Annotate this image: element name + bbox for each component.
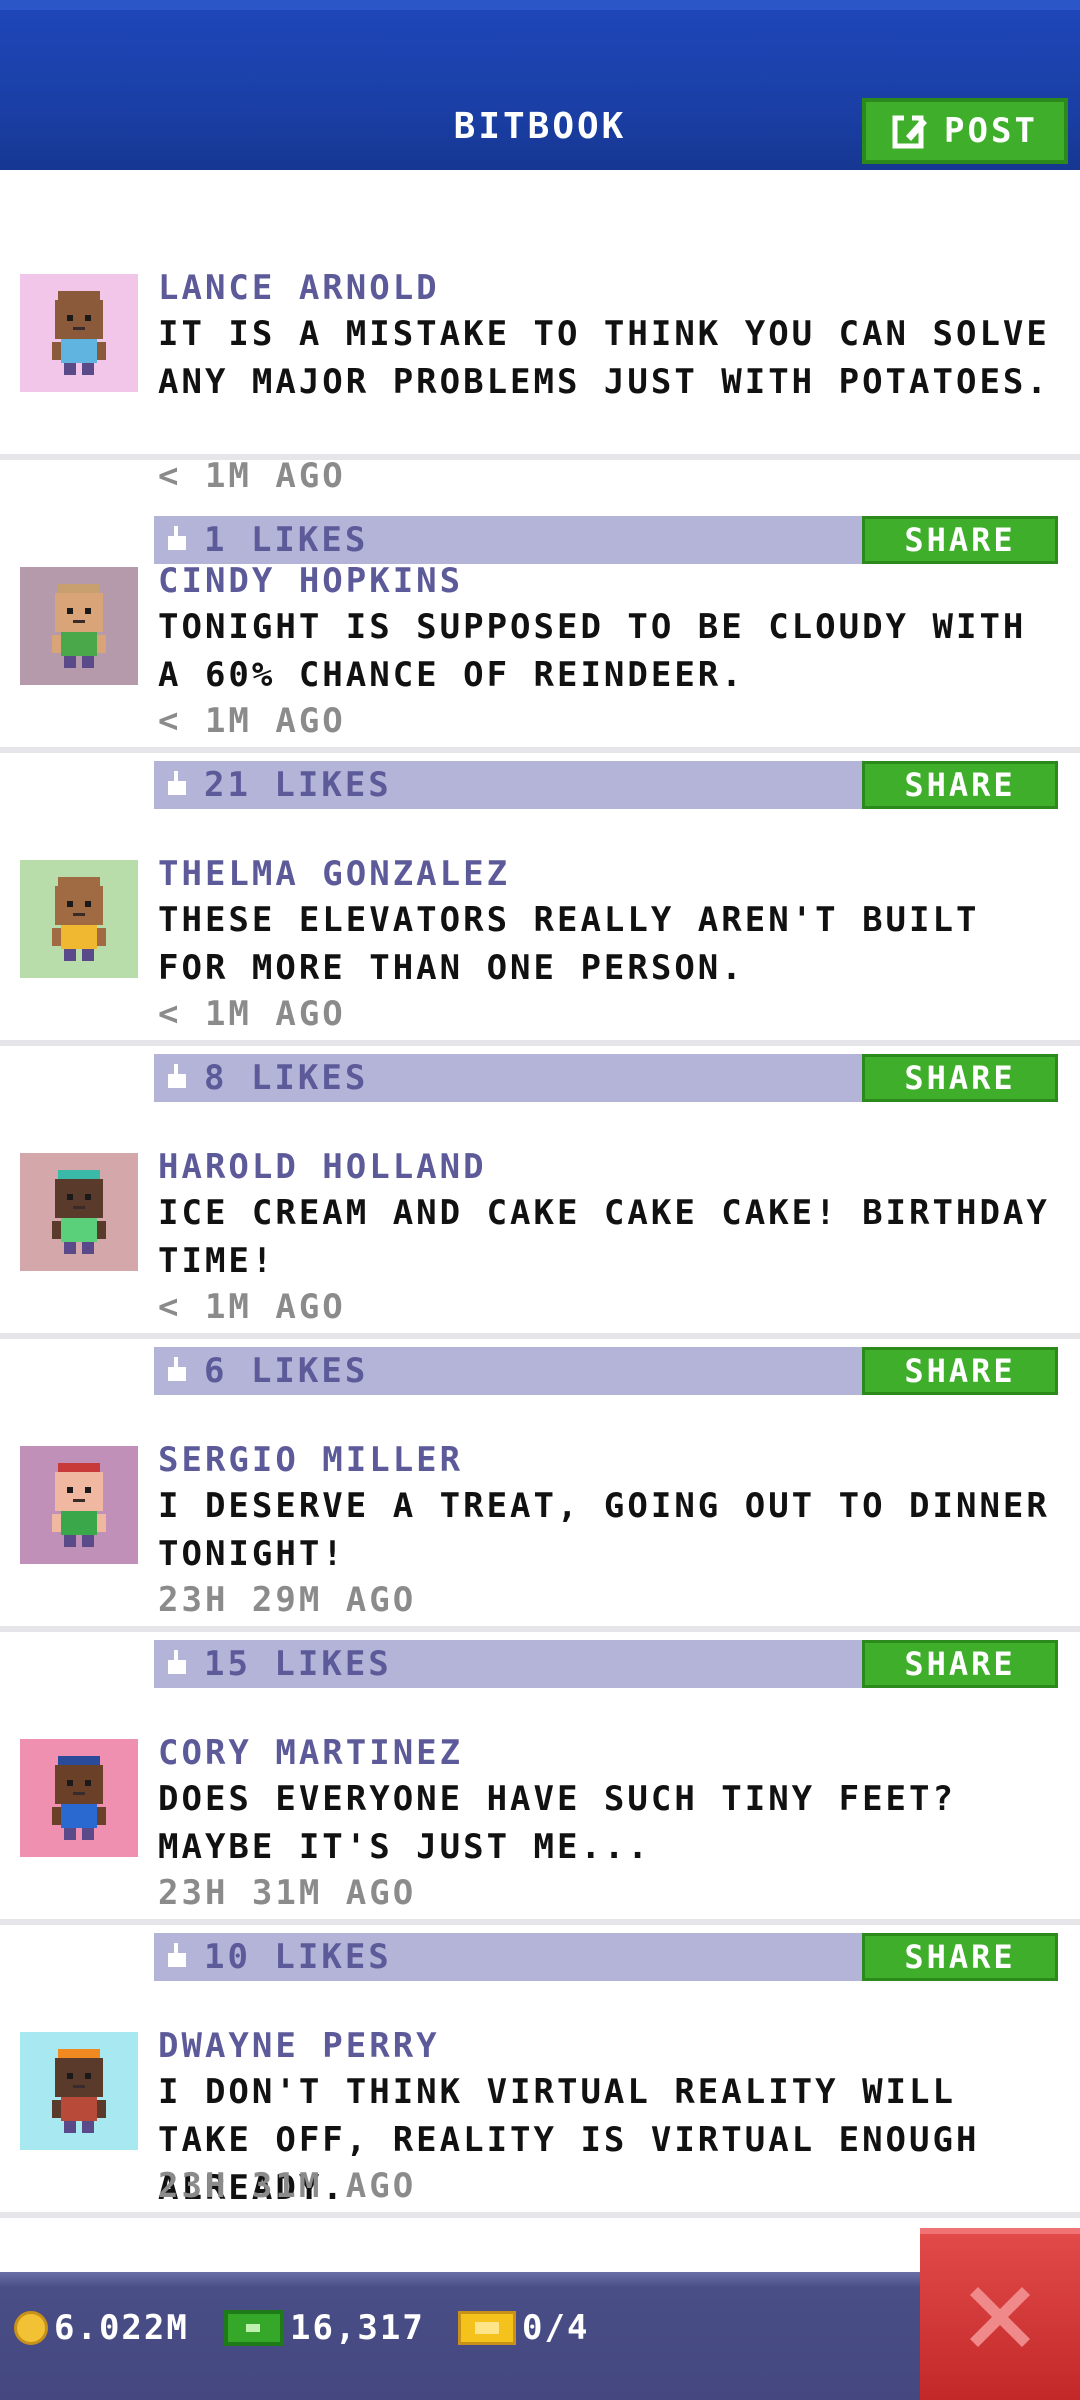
- post-button[interactable]: POST: [862, 98, 1068, 164]
- avatar[interactable]: [20, 1446, 138, 1564]
- coins-stat: 6.022M: [14, 2300, 189, 2356]
- avatar[interactable]: [20, 2032, 138, 2150]
- person-avatar-icon: [52, 1463, 106, 1547]
- post-timestamp: < 1M AGO: [158, 1287, 346, 1327]
- close-icon: [970, 2287, 1030, 2347]
- post-item: HAROLD HOLLAND ICE CREAM AND CAKE CAKE C…: [0, 1049, 1080, 1395]
- post-timestamp: 23H 29M AGO: [158, 1580, 417, 1620]
- post-item: LANCE ARNOLD IT IS A MISTAKE TO THINK YO…: [0, 170, 1080, 564]
- post-timestamp: 23H 31M AGO: [158, 1873, 417, 1913]
- post-timestamp: < 1M AGO: [158, 994, 346, 1034]
- post-message: ICE CREAM AND CAKE CAKE CAKE! BIRTHDAY T…: [158, 1193, 1050, 1281]
- ticket-icon: [458, 2311, 516, 2345]
- post-message: TONIGHT IS SUPPOSED TO BE CLOUDY WITH A …: [158, 607, 1027, 695]
- status-bar: 6.022M 16,317 0/4: [0, 2272, 1080, 2400]
- bux-value: 16,317: [290, 2308, 425, 2348]
- tickets-stat: 0/4: [458, 2300, 589, 2356]
- person-avatar-icon: [52, 584, 106, 668]
- bux-icon: [224, 2310, 284, 2346]
- author-name[interactable]: CINDY HOPKINS: [158, 561, 463, 601]
- author-name[interactable]: LANCE ARNOLD: [158, 268, 440, 308]
- author-name[interactable]: SERGIO MILLER: [158, 1440, 463, 1480]
- avatar[interactable]: [20, 567, 138, 685]
- post-item: DWAYNE PERRY I DON'T THINK VIRTUAL REALI…: [0, 1928, 1080, 2218]
- post-message: THESE ELEVATORS REALLY AREN'T BUILT FOR …: [158, 900, 980, 988]
- person-avatar-icon: [52, 2049, 106, 2133]
- person-avatar-icon: [52, 1756, 106, 1840]
- coins-value: 6.022M: [54, 2308, 189, 2348]
- post-timestamp: 23H 31M AGO: [158, 2166, 417, 2206]
- close-button[interactable]: [920, 2228, 1080, 2400]
- post-message: IT IS A MISTAKE TO THINK YOU CAN SOLVE A…: [158, 314, 1050, 402]
- feed-list[interactable]: LANCE ARNOLD IT IS A MISTAKE TO THINK YO…: [0, 170, 1080, 2270]
- tickets-value: 0/4: [522, 2308, 590, 2348]
- post-item: SERGIO MILLER I DESERVE A TREAT, GOING O…: [0, 1342, 1080, 1688]
- post-button-label: POST: [944, 111, 1038, 151]
- avatar[interactable]: [20, 860, 138, 978]
- post-message: DOES EVERYONE HAVE SUCH TINY FEET? MAYBE…: [158, 1779, 956, 1867]
- post-item: CINDY HOPKINS TONIGHT IS SUPPOSED TO BE …: [0, 463, 1080, 809]
- author-name[interactable]: HAROLD HOLLAND: [158, 1147, 487, 1187]
- person-avatar-icon: [52, 1170, 106, 1254]
- compose-icon: [892, 115, 928, 149]
- post-timestamp: < 1M AGO: [158, 701, 346, 741]
- person-avatar-icon: [52, 877, 106, 961]
- author-name[interactable]: DWAYNE PERRY: [158, 2026, 440, 2066]
- post-item: CORY MARTINEZ DOES EVERYONE HAVE SUCH TI…: [0, 1635, 1080, 1981]
- avatar[interactable]: [20, 1153, 138, 1271]
- avatar[interactable]: [20, 1739, 138, 1857]
- avatar[interactable]: [20, 274, 138, 392]
- app-header: BITBOOK POST: [0, 0, 1080, 170]
- author-name[interactable]: CORY MARTINEZ: [158, 1733, 463, 1773]
- author-name[interactable]: THELMA GONZALEZ: [158, 854, 510, 894]
- coin-icon: [14, 2311, 48, 2345]
- bux-stat: 16,317: [224, 2300, 425, 2356]
- post-message: I DESERVE A TREAT, GOING OUT TO DINNER T…: [158, 1486, 1050, 1574]
- person-avatar-icon: [52, 291, 106, 375]
- post-item: THELMA GONZALEZ THESE ELEVATORS REALLY A…: [0, 756, 1080, 1102]
